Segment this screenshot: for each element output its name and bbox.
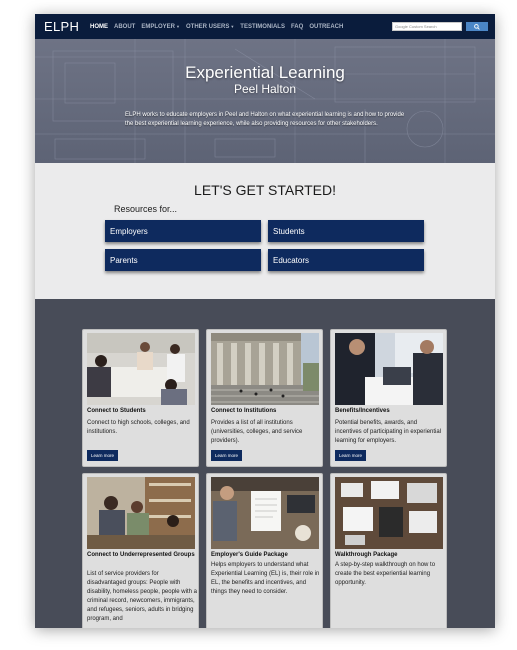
card-text: Connect to high schools, colleges, and i… <box>87 420 190 435</box>
card-text: Provides a list of all institutions (uni… <box>211 420 303 444</box>
card-image <box>87 333 195 405</box>
resources-label: Resources for... <box>114 204 178 214</box>
parents-button[interactable]: Parents <box>105 249 261 271</box>
nav-other-users-label: OTHER USERS <box>185 23 230 30</box>
card-image <box>211 333 319 405</box>
card-employers-guide: Employer's Guide Package Helps employers… <box>206 473 323 628</box>
search-form: Google Custom Search <box>392 22 488 31</box>
caret-down-icon: ▼ <box>230 23 235 29</box>
desk-work-photo <box>211 477 319 549</box>
card-title: Connect to Institutions <box>211 408 277 414</box>
card-title: Employer's Guide Package <box>211 552 288 558</box>
nav-employer-label: EMPLOYER <box>141 23 176 30</box>
workspace-photo <box>335 477 443 549</box>
search-input[interactable]: Google Custom Search <box>392 22 462 31</box>
card-walkthrough-package: Walkthrough Package A step-by-step walkt… <box>330 473 447 628</box>
group-study-photo <box>87 477 195 549</box>
card-title: Connect to Students <box>87 408 146 414</box>
hero-banner: Experiential Learning Peel Halton ELPH w… <box>35 39 495 163</box>
card-image <box>335 333 443 405</box>
educators-button[interactable]: Educators <box>268 249 424 271</box>
get-started-section: LET'S GET STARTED! Resources for... Empl… <box>35 163 495 299</box>
navbar: ELPH HOME ABOUT EMPLOYER▼ OTHER USERS▼ T… <box>35 14 495 39</box>
search-button[interactable] <box>466 22 488 31</box>
card-text: A step-by-step walkthrough on how to cre… <box>335 562 436 586</box>
card-connect-students: Connect to Students Connect to high scho… <box>82 329 199 467</box>
learn-more-button[interactable]: Learn more <box>335 450 366 461</box>
card-title: Walkthrough Package <box>335 552 398 558</box>
learn-more-button[interactable]: Learn more <box>211 450 242 461</box>
nav-employer[interactable]: EMPLOYER▼ <box>141 24 180 30</box>
hero-description: ELPH works to educate employers in Peel … <box>125 112 405 127</box>
blueprint-background-image <box>35 39 495 163</box>
card-image <box>87 477 195 549</box>
nav-about[interactable]: ABOUT <box>114 24 135 30</box>
get-started-heading: LET'S GET STARTED! <box>194 182 336 198</box>
card-benefits-incentives: Benefits/Incentives Potential benefits, … <box>330 329 447 467</box>
card-underrepresented-groups: Connect to Underrepresented Groups List … <box>82 473 199 628</box>
hero-subtitle: Peel Halton <box>233 82 297 96</box>
nav-outreach[interactable]: OUTREACH <box>309 24 343 30</box>
employers-button[interactable]: Employers <box>105 220 261 242</box>
students-photo <box>87 333 195 405</box>
card-text: Potential benefits, awards, and incentiv… <box>335 420 442 444</box>
card-title: Connect to Underrepresented Groups <box>87 552 195 558</box>
nav-links: HOME ABOUT EMPLOYER▼ OTHER USERS▼ TESTIM… <box>90 24 343 30</box>
students-button[interactable]: Students <box>268 220 424 242</box>
nav-faq[interactable]: FAQ <box>291 24 303 30</box>
card-image <box>335 477 443 549</box>
institution-building-photo <box>211 333 319 405</box>
nav-testimonials[interactable]: TESTIMONIALS <box>240 24 285 30</box>
hero-title: Experiential Learning <box>185 63 345 82</box>
nav-home[interactable]: HOME <box>90 24 108 30</box>
card-connect-institutions: Connect to Institutions Provides a list … <box>206 329 323 467</box>
learn-more-button[interactable]: Learn more <box>87 450 118 461</box>
card-text: Helps employers to understand what Exper… <box>211 562 320 595</box>
brand-logo[interactable]: ELPH <box>44 19 90 34</box>
caret-down-icon: ▼ <box>176 23 180 29</box>
nav-other-users[interactable]: OTHER USERS▼ <box>186 24 234 30</box>
card-title: Benefits/Incentives <box>335 408 390 414</box>
card-text: List of service providers for disadvanta… <box>87 571 197 622</box>
card-image <box>211 477 319 549</box>
cards-section: Connect to Students Connect to high scho… <box>35 299 495 628</box>
browser-page: ELPH HOME ABOUT EMPLOYER▼ OTHER USERS▼ T… <box>35 14 495 628</box>
search-icon <box>474 23 480 30</box>
business-meeting-photo <box>335 333 443 405</box>
